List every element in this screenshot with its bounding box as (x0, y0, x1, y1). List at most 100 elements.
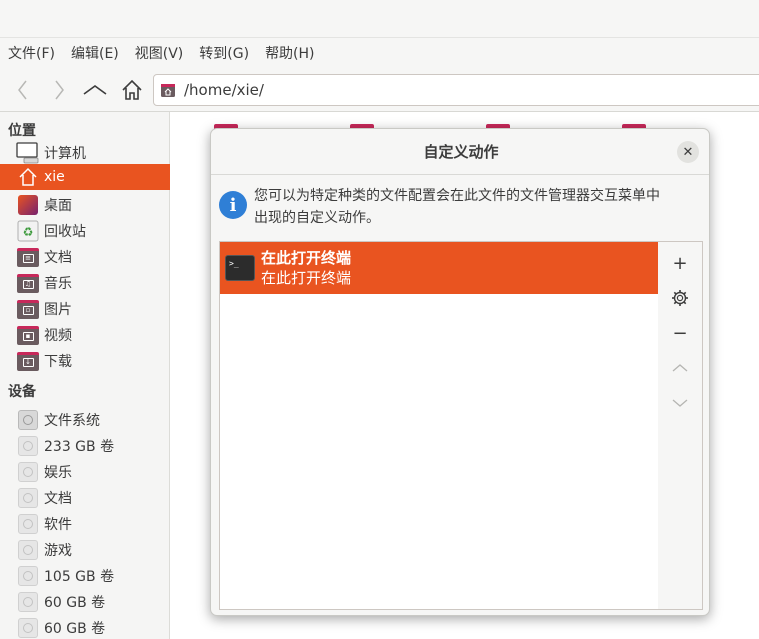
sidebar-item-label: xie (44, 169, 65, 185)
sidebar-item-computer[interactable]: 计算机 (0, 140, 170, 166)
forward-button[interactable] (44, 75, 74, 105)
sidebar-item-videos[interactable]: ▪ 视频 (0, 322, 170, 348)
menu-help[interactable]: 帮助(H) (265, 43, 314, 63)
sidebar-item-trash[interactable]: ♻ 回收站 (0, 218, 170, 244)
up-icon (83, 85, 107, 95)
menubar: 文件(F) 编辑(E) 视图(V) 转到(G) 帮助(H) (0, 38, 759, 68)
action-buttons: + − (658, 242, 702, 609)
sidebar-item-device[interactable]: 105 GB 卷 (0, 563, 170, 589)
sidebar-item-device[interactable]: 60 GB 卷 (0, 615, 170, 639)
sidebar-item-pictures[interactable]: ▫ 图片 (0, 296, 170, 322)
trash-icon: ♻ (16, 220, 40, 242)
devices-section-title: 设备 (8, 384, 36, 400)
minus-icon: − (672, 322, 688, 344)
close-icon: ✕ (682, 144, 694, 160)
sidebar-item-label: 下载 (44, 354, 72, 370)
up-button[interactable] (80, 75, 110, 105)
sidebar-item-label: 文档 (44, 250, 72, 266)
sidebar-item-label: 音乐 (44, 276, 72, 292)
action-name: 在此打开终端 (261, 249, 352, 267)
info-text-line2: 出现的自定义动作。 (254, 210, 380, 226)
sidebar-item-label: 计算机 (44, 146, 86, 162)
location-path: /home/xie/ (184, 81, 264, 99)
sidebar-item-label: 娱乐 (44, 465, 72, 481)
close-button[interactable]: ✕ (677, 141, 699, 163)
move-up-button[interactable] (658, 353, 702, 383)
sidebar-item-device[interactable]: 游戏 (0, 537, 170, 563)
chevron-down-icon (672, 399, 688, 407)
menu-view[interactable]: 视图(V) (135, 43, 184, 63)
pictures-folder-icon: ▫ (16, 298, 40, 320)
actions-list[interactable]: >_ 在此打开终端 在此打开终端 (220, 242, 658, 609)
svg-text:♻: ♻ (23, 225, 34, 239)
music-folder-icon: ♫ (16, 272, 40, 294)
places-section-title: 位置 (8, 123, 36, 139)
home-icon (122, 79, 142, 100)
sidebar: 位置 计算机 xie 桌面 ♻ 回收站 ≡ 文档 ♫ 音乐 ▫ 图片 ▪ 视频 … (0, 112, 170, 639)
drive-icon (16, 461, 40, 483)
forward-icon (55, 80, 64, 100)
window-titlebar (0, 0, 759, 38)
sidebar-item-device[interactable]: 60 GB 卷 (0, 589, 170, 615)
edit-action-button[interactable] (658, 283, 702, 313)
sidebar-item-music[interactable]: ♫ 音乐 (0, 270, 170, 296)
gear-icon (672, 290, 688, 306)
computer-icon (16, 142, 40, 164)
move-down-button[interactable] (658, 388, 702, 418)
toolbar: /home/xie/ (0, 68, 759, 112)
back-icon (18, 80, 27, 100)
add-action-button[interactable]: + (658, 248, 702, 278)
dialog-title: 自定义动作 (423, 143, 499, 161)
sidebar-item-home[interactable]: xie (0, 164, 170, 190)
remove-action-button[interactable]: − (658, 318, 702, 348)
sidebar-item-documents[interactable]: ≡ 文档 (0, 244, 170, 270)
sidebar-item-label: 60 GB 卷 (44, 595, 106, 611)
menu-go[interactable]: 转到(G) (199, 43, 249, 63)
sidebar-item-device[interactable]: 233 GB 卷 (0, 433, 170, 459)
terminal-icon: >_ (225, 255, 255, 281)
plus-icon: + (672, 252, 688, 274)
sidebar-item-downloads[interactable]: ↓ 下载 (0, 348, 170, 374)
sidebar-item-device[interactable]: 娱乐 (0, 459, 170, 485)
drive-icon (16, 435, 40, 457)
home-button[interactable] (117, 75, 147, 105)
info-message: i 您可以为特定种类的文件配置会在此文件的文件管理器交互菜单中 出现的自定义动作… (219, 185, 703, 229)
sidebar-item-label: 图片 (44, 302, 72, 318)
drive-icon (16, 513, 40, 535)
sidebar-item-device[interactable]: 文档 (0, 485, 170, 511)
location-bar[interactable]: /home/xie/ (153, 74, 759, 106)
drive-icon (16, 539, 40, 561)
home-folder-icon (16, 166, 40, 188)
sidebar-item-label: 桌面 (44, 198, 72, 214)
sidebar-item-device[interactable]: 文件系统 (0, 407, 170, 433)
dialog-header: 自定义动作 ✕ (211, 129, 709, 175)
sidebar-item-label: 105 GB 卷 (44, 569, 115, 585)
back-button[interactable] (8, 75, 38, 105)
action-item-open-terminal[interactable]: >_ 在此打开终端 在此打开终端 (220, 242, 658, 294)
drive-icon (16, 591, 40, 613)
menu-file[interactable]: 文件(F) (8, 43, 55, 63)
info-text: 您可以为特定种类的文件配置会在此文件的文件管理器交互菜单中 出现的自定义动作。 (254, 185, 699, 229)
sidebar-item-label: 软件 (44, 517, 72, 533)
info-icon: i (219, 191, 247, 219)
sidebar-item-desktop[interactable]: 桌面 (0, 192, 170, 218)
info-text-line1: 您可以为特定种类的文件配置会在此文件的文件管理器交互菜单中 (254, 188, 660, 204)
actions-list-box: >_ 在此打开终端 在此打开终端 + − (219, 241, 703, 610)
downloads-folder-icon: ↓ (16, 350, 40, 372)
drive-icon (16, 487, 40, 509)
drive-icon (16, 409, 40, 431)
chevron-up-icon (672, 364, 688, 372)
sidebar-item-device[interactable]: 软件 (0, 511, 170, 537)
sidebar-item-label: 文件系统 (44, 413, 100, 429)
sidebar-item-label: 游戏 (44, 543, 72, 559)
sidebar-item-label: 233 GB 卷 (44, 439, 115, 455)
documents-folder-icon: ≡ (16, 246, 40, 268)
sidebar-item-label: 60 GB 卷 (44, 621, 106, 637)
desktop-icon (16, 194, 40, 216)
videos-folder-icon: ▪ (16, 324, 40, 346)
menu-edit[interactable]: 编辑(E) (71, 43, 119, 63)
action-description: 在此打开终端 (261, 269, 352, 287)
drive-icon (16, 617, 40, 639)
custom-actions-dialog: 自定义动作 ✕ i 您可以为特定种类的文件配置会在此文件的文件管理器交互菜单中 … (210, 128, 710, 616)
sidebar-item-label: 视频 (44, 328, 72, 344)
